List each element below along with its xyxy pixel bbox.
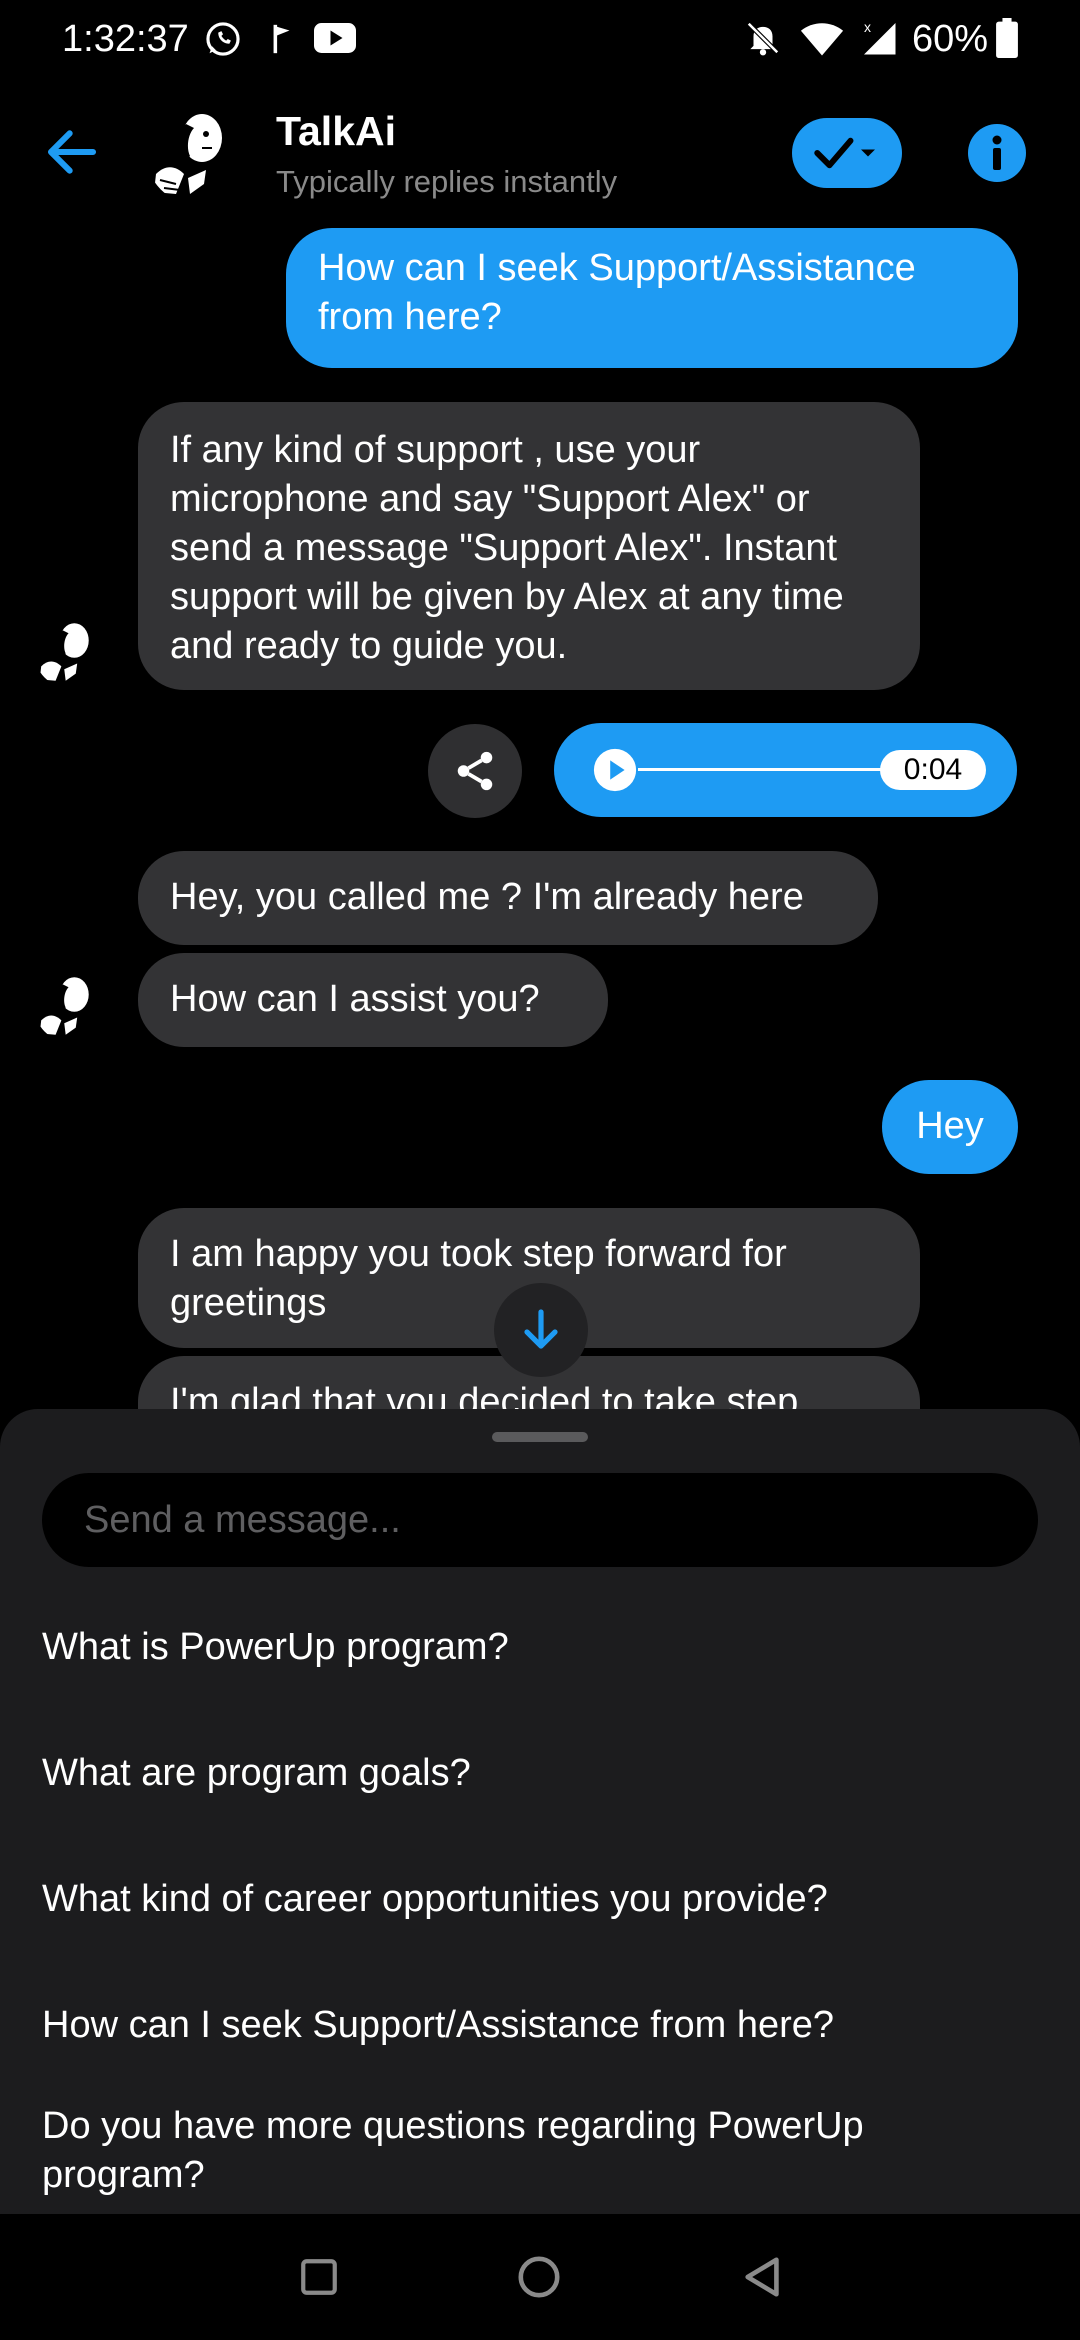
avatar-portrait-icon — [34, 970, 106, 1042]
incoming-message-bubble[interactable]: If any kind of support , use your microp… — [138, 402, 920, 690]
outgoing-message-bubble[interactable]: Hey — [882, 1080, 1018, 1174]
incoming-message-bubble[interactable]: How can I assist you? — [138, 953, 608, 1047]
audio-message[interactable]: 0:04 — [554, 723, 1017, 817]
play-icon[interactable] — [592, 747, 638, 793]
audio-progress-track[interactable] — [638, 768, 904, 771]
scroll-to-bottom-button[interactable] — [494, 1283, 588, 1377]
back-nav-icon[interactable] — [740, 2254, 786, 2300]
system-nav-bar — [0, 2214, 1080, 2340]
mark-done-button[interactable] — [792, 118, 902, 188]
avatar-portrait-icon — [34, 616, 106, 688]
bot-avatar[interactable] — [146, 104, 246, 204]
youtube-icon — [314, 23, 356, 53]
suggestion-item[interactable]: What is PowerUp program? — [42, 1623, 1022, 1672]
bot-avatar-small — [34, 616, 106, 688]
checkmark-dropdown-icon — [814, 137, 875, 169]
suggestion-item[interactable]: How can I seek Support/Assistance from h… — [42, 2001, 1022, 2050]
bot-avatar-small — [34, 970, 106, 1042]
back-arrow-icon[interactable] — [44, 124, 100, 180]
info-icon — [992, 135, 1002, 170]
share-button[interactable] — [428, 724, 522, 818]
avatar-portrait-icon — [146, 104, 246, 204]
info-button[interactable] — [968, 124, 1026, 182]
outgoing-message-bubble[interactable]: How can I seek Support/Assistance from h… — [286, 228, 1018, 368]
share-icon — [457, 751, 493, 791]
battery-percent: 60% — [912, 18, 989, 60]
message-input[interactable] — [42, 1473, 1038, 1567]
signal-icon: x — [864, 19, 896, 55]
home-icon[interactable] — [516, 2254, 562, 2300]
arrow-down-icon — [524, 1309, 558, 1349]
chat-subtitle: Typically replies instantly — [276, 164, 618, 199]
sheet-drag-handle[interactable] — [492, 1432, 588, 1442]
whatsapp-icon — [206, 22, 240, 56]
status-time: 1:32:37 — [62, 18, 189, 60]
wifi-icon — [800, 23, 844, 56]
recents-icon[interactable] — [298, 2256, 340, 2298]
suggestion-item[interactable]: Do you have more questions regarding Pow… — [42, 2102, 992, 2200]
suggestion-item[interactable]: What are program goals? — [42, 1749, 1022, 1798]
suggestion-item[interactable]: What kind of career opportunities you pr… — [42, 1875, 1022, 1924]
svg-text:x: x — [864, 19, 871, 35]
flag-icon — [273, 24, 290, 54]
battery-icon — [996, 18, 1018, 58]
incoming-message-bubble[interactable]: Hey, you called me ? I'm already here — [138, 851, 878, 945]
status-bar: 1:32:37 x 60% — [0, 0, 1080, 80]
audio-duration: 0:04 — [880, 750, 986, 790]
chat-title: TalkAi — [276, 108, 396, 154]
bell-muted-icon — [747, 22, 779, 56]
